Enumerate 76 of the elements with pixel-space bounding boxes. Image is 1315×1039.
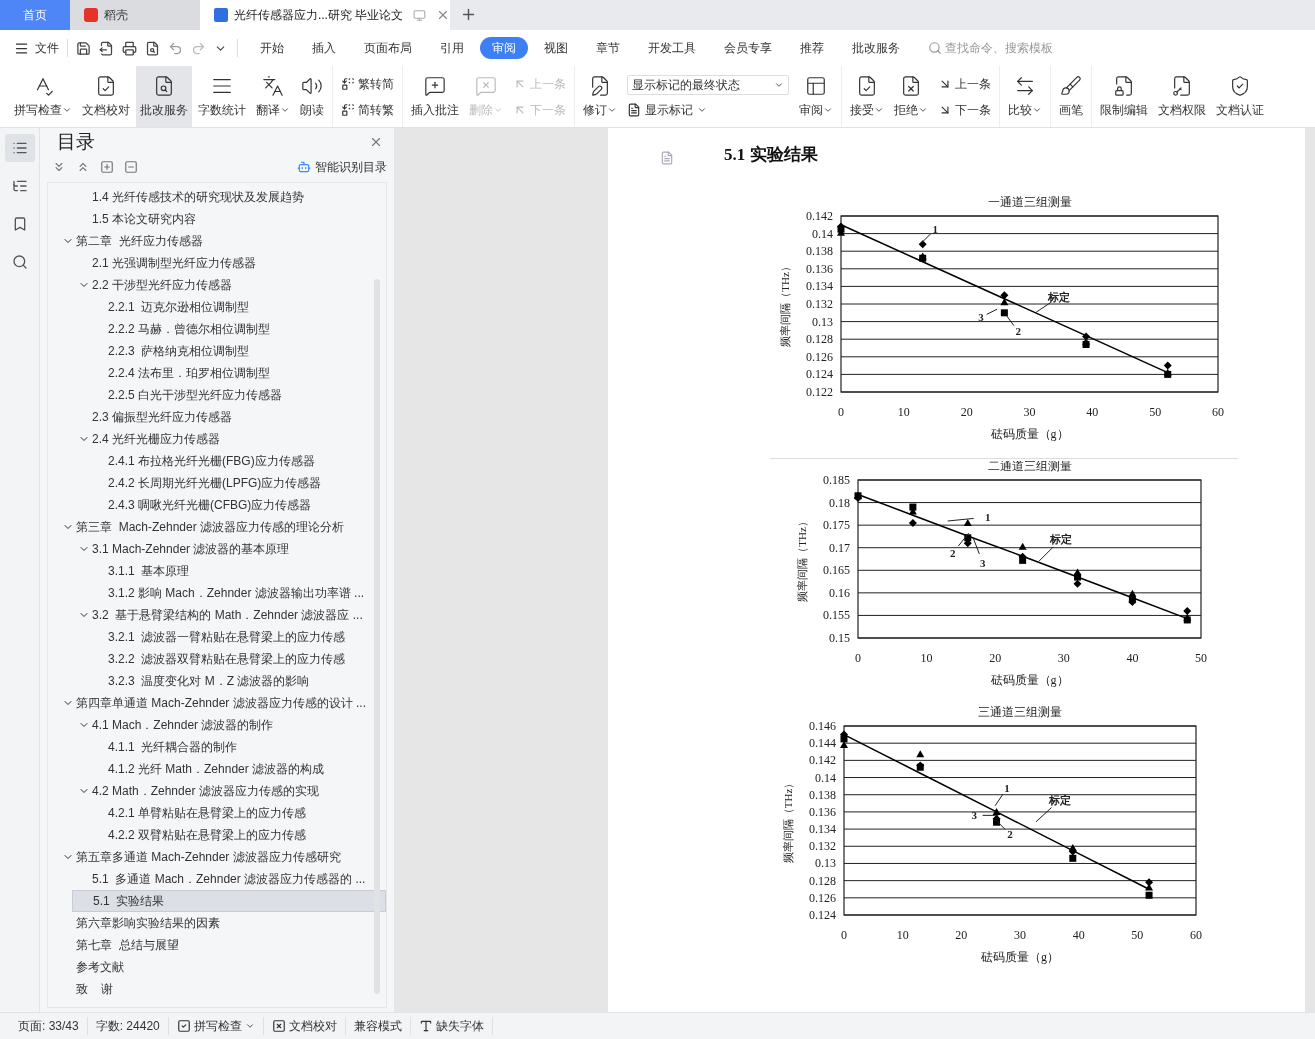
series-label: 标定 (1050, 532, 1073, 545)
series-label: 标定 (1048, 290, 1071, 303)
series-label: 1 (984, 510, 991, 523)
x-axis-label: 砝码质量（g） (990, 426, 1069, 441)
y-axis-label: 频率间隔（THz） (782, 777, 794, 863)
y-tick-label: 0.146 (809, 718, 836, 733)
y-tick-label: 0.17 (829, 540, 850, 555)
series-label: 2 (1015, 324, 1021, 337)
y-tick-label: 0.126 (806, 349, 833, 364)
y-tick-label: 0.13 (815, 855, 836, 870)
x-tick-label: 30 (1023, 404, 1036, 419)
x-tick-label: 10 (897, 404, 910, 419)
y-tick-label: 0.16 (829, 585, 850, 600)
y-tick-label: 0.134 (809, 821, 836, 836)
x-tick-label: 20 (960, 404, 973, 419)
y-tick-label: 0.142 (809, 752, 836, 767)
y-tick-label: 0.165 (823, 562, 850, 577)
status-item: 兼容模式 (353, 1018, 402, 1035)
y-tick-label: 0.14 (812, 226, 833, 241)
x-tick-label: 0 (841, 927, 847, 942)
x-tick-label: 50 (1149, 404, 1162, 419)
series-label: 3 (978, 310, 984, 323)
y-tick-label: 0.18 (829, 495, 850, 510)
series-label: 标定 (1048, 793, 1071, 806)
y-tick-label: 0.136 (806, 261, 833, 276)
x-tick-label: 30 (1014, 927, 1026, 942)
y-tick-label: 0.13 (812, 314, 833, 329)
y-tick-label: 0.132 (809, 838, 836, 853)
y-tick-label: 0.136 (809, 804, 836, 819)
x-tick-label: 40 (1086, 404, 1099, 419)
y-tick-label: 0.15 (829, 630, 850, 645)
x-tick-label: 10 (920, 650, 933, 665)
y-axis-label: 频率间隔（THz） (779, 260, 791, 347)
y-tick-label: 0.134 (806, 278, 833, 293)
y-tick-label: 0.126 (809, 890, 836, 905)
series-label: 3 (980, 556, 986, 569)
chart-title: 三通道三组测量 (978, 704, 1062, 719)
series-label: 1 (1004, 781, 1010, 794)
y-tick-label: 0.175 (823, 517, 850, 532)
x-tick-label: 50 (1195, 650, 1207, 665)
y-tick-label: 0.132 (806, 296, 833, 311)
series-label: 2 (1007, 827, 1013, 840)
y-tick-label: 0.155 (823, 607, 850, 622)
x-tick-label: 40 (1126, 650, 1139, 665)
status-item: 字数: 24420 (95, 1018, 160, 1035)
y-tick-label: 0.124 (809, 907, 836, 922)
y-tick-label: 0.128 (806, 331, 833, 346)
y-tick-label: 0.122 (806, 384, 833, 399)
section-heading: 5.1 实验结果 (724, 144, 818, 166)
panel-title: 目录 (57, 129, 95, 154)
series-label: 2 (949, 546, 956, 559)
x-axis-label: 砝码质量（g） (981, 949, 1059, 964)
x-tick-label: 20 (989, 650, 1002, 665)
series-label: 3 (971, 808, 977, 821)
x-axis-label: 砝码质量（g） (990, 672, 1069, 687)
y-tick-label: 0.138 (806, 243, 833, 258)
y-tick-label: 0.185 (823, 472, 850, 487)
y-tick-label: 0.14 (815, 770, 836, 785)
x-tick-label: 0 (838, 404, 844, 419)
y-tick-label: 0.142 (806, 208, 833, 223)
x-tick-label: 50 (1131, 927, 1144, 942)
y-tick-label: 0.124 (806, 366, 833, 381)
chart-title: 一通道三组测量 (987, 194, 1072, 209)
y-tick-label: 0.144 (809, 735, 836, 750)
status-item: 页面: 33/43 (18, 1018, 79, 1035)
x-tick-label: 30 (1057, 650, 1070, 665)
x-tick-label: 10 (896, 927, 909, 942)
y-tick-label: 0.138 (809, 787, 836, 802)
y-tick-label: 0.128 (809, 873, 836, 888)
series-label: 1 (932, 222, 938, 235)
x-tick-label: 0 (855, 650, 861, 665)
x-tick-label: 40 (1072, 927, 1085, 942)
x-tick-label: 60 (1190, 927, 1202, 942)
x-tick-label: 60 (1212, 404, 1224, 419)
y-axis-label: 频率间隔（THz） (796, 515, 808, 602)
x-tick-label: 20 (955, 927, 968, 942)
